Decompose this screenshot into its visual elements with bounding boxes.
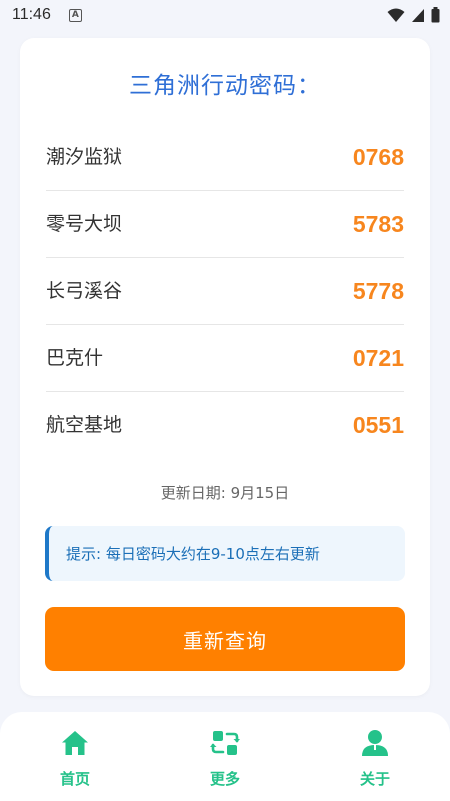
place-name: 零号大坝 [46, 213, 123, 235]
tab-more-label: 更多 [209, 770, 240, 788]
update-date: 更新日期: 9月15日 [160, 484, 290, 502]
tab-about-label: 关于 [359, 770, 390, 788]
code-value: 5778 [352, 278, 404, 304]
place-name: 巴克什 [46, 347, 104, 369]
place-name: 潮汐监狱 [46, 146, 123, 168]
status-time: 11:46 [12, 6, 51, 23]
tip-box: 提示: 每日密码大约在9-10点左右更新 [45, 526, 405, 581]
code-value: 0721 [352, 345, 404, 371]
tab-more[interactable]: 更多 [170, 712, 280, 801]
code-row: 长弓溪谷 5778 [46, 258, 404, 325]
notification-a-icon: A [68, 8, 82, 22]
tab-about[interactable]: 关于 [320, 712, 430, 801]
place-name: 航空基地 [46, 414, 123, 436]
refresh-icon [210, 731, 240, 755]
code-value: 0551 [352, 412, 404, 438]
code-value: 0768 [352, 144, 404, 170]
place-name: 长弓溪谷 [46, 280, 123, 302]
code-row: 零号大坝 5783 [46, 191, 404, 258]
wifi-icon [387, 8, 405, 22]
battery-icon [431, 7, 440, 23]
bottom-tab-bar: 首页 更多 关于 [0, 712, 450, 801]
requery-button[interactable]: 重新查询 [45, 607, 405, 671]
card-title: 三角洲行动密码： [129, 73, 321, 99]
signal-icon [412, 8, 424, 22]
code-value: 5783 [352, 211, 404, 237]
tab-home-label: 首页 [59, 770, 90, 788]
status-bar: 11:46 A [0, 0, 450, 30]
status-icons [387, 7, 440, 23]
code-row: 潮汐监狱 0768 [46, 124, 404, 191]
code-row: 巴克什 0721 [46, 325, 404, 392]
code-row: 航空基地 0551 [46, 392, 404, 459]
home-icon [62, 731, 88, 755]
user-icon [362, 730, 388, 756]
tab-home[interactable]: 首页 [20, 712, 130, 801]
tip-text: 提示: 每日密码大约在9-10点左右更新 [66, 545, 320, 563]
